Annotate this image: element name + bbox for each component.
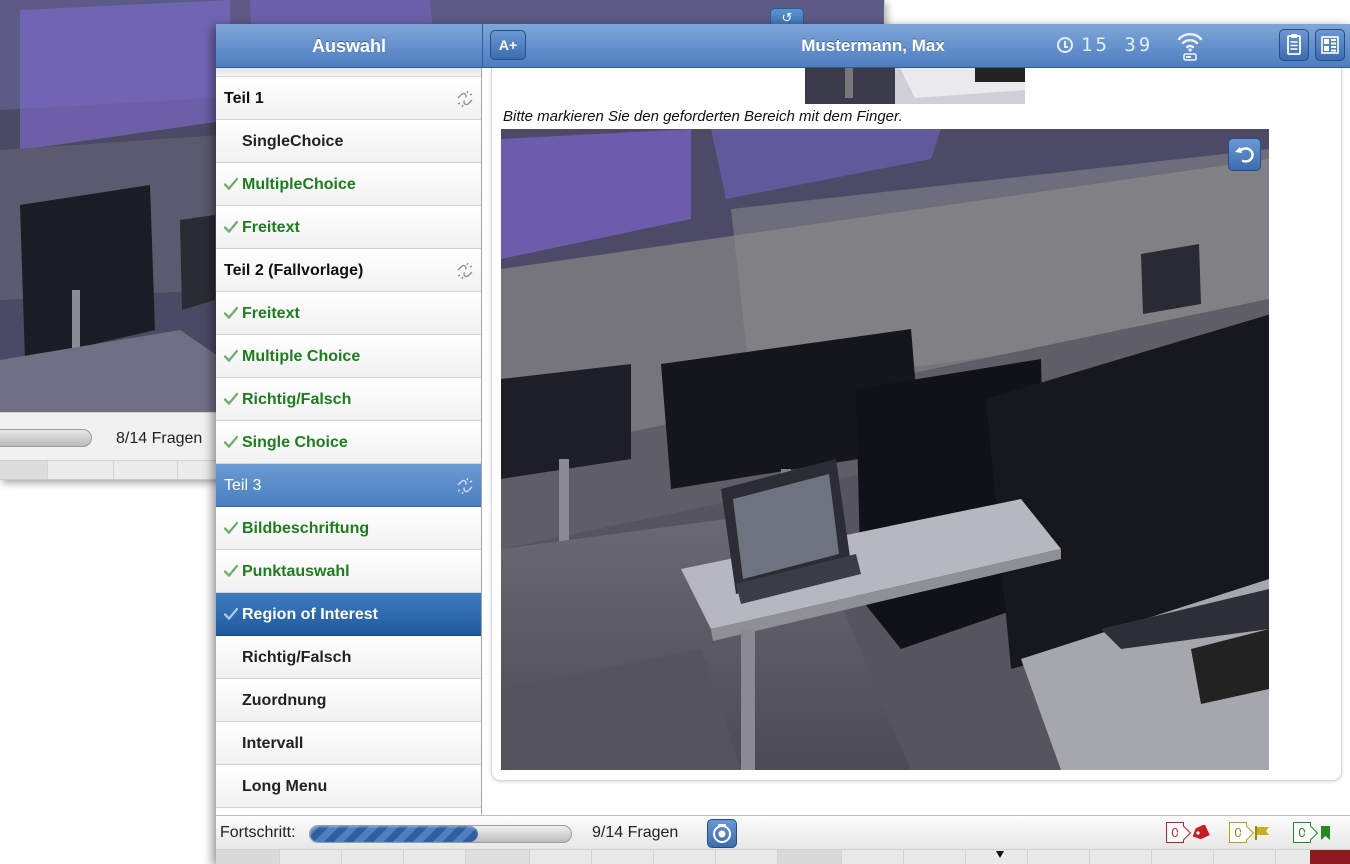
list-item-long-menu[interactable]: Long Menu bbox=[216, 765, 481, 808]
green-flag-count: 0 bbox=[1293, 822, 1311, 843]
list-item-region-of-interest[interactable]: Region of Interest bbox=[216, 593, 481, 636]
list-item-label: Freitext bbox=[242, 305, 300, 322]
wifi-icon bbox=[1175, 30, 1205, 62]
list-item-label: Teil 1 bbox=[224, 90, 264, 107]
list-item-label: Multiple Choice bbox=[242, 348, 361, 365]
notes-button[interactable] bbox=[1279, 29, 1309, 61]
checkmark-icon bbox=[224, 392, 238, 406]
unlinked-chain-icon bbox=[457, 477, 473, 495]
progress-label: Fortschritt: bbox=[220, 824, 296, 841]
list-item-label: Single Choice bbox=[242, 434, 348, 451]
list-item-single-choice[interactable]: Single Choice bbox=[216, 421, 481, 464]
clock-icon bbox=[1057, 37, 1073, 53]
checkmark-icon bbox=[224, 306, 238, 320]
list-item-label: Richtig/Falsch bbox=[242, 649, 352, 666]
footer-bar: Fortschritt: 9/14 Fragen 0 0 0 bbox=[216, 815, 1350, 849]
exam-app-screen: ↺ 8/14 Fragen Auswahl Mustermann, Max A+… bbox=[0, 0, 1350, 864]
region-of-interest-image[interactable] bbox=[501, 129, 1269, 770]
list-top-spacer bbox=[216, 68, 481, 77]
checkmark-icon bbox=[224, 349, 238, 363]
unlinked-chain-icon bbox=[457, 90, 473, 108]
clock-time: 15 39 bbox=[1081, 34, 1154, 56]
list-item-richtig-falsch-2[interactable]: Richtig/Falsch bbox=[216, 636, 481, 679]
list-item-label: Intervall bbox=[242, 735, 304, 752]
list-item-label: Teil 3 bbox=[224, 477, 262, 494]
section-row-teil-1[interactable]: Teil 1 bbox=[216, 77, 481, 120]
camera-button[interactable] bbox=[707, 819, 737, 848]
list-item-multiplechoice[interactable]: MultipleChoice bbox=[216, 163, 481, 206]
checkmark-icon bbox=[224, 435, 238, 449]
section-row-teil-3[interactable]: Teil 3 bbox=[216, 464, 481, 507]
green-bookmark-icon bbox=[1321, 826, 1330, 840]
bottom-navigation bbox=[216, 849, 1350, 864]
checkmark-icon bbox=[224, 220, 238, 234]
list-item-label: Zuordnung bbox=[242, 692, 327, 709]
list-item-freitext-2[interactable]: Freitext bbox=[216, 292, 481, 335]
tag-icon bbox=[1192, 825, 1210, 840]
progress-bar-fill bbox=[310, 826, 478, 842]
camera-icon bbox=[713, 824, 731, 843]
list-item-label: Region of Interest bbox=[242, 606, 379, 623]
end-exam-tab[interactable] bbox=[1310, 850, 1350, 864]
background-progress-bar bbox=[0, 429, 92, 447]
undo-icon bbox=[1235, 147, 1254, 163]
list-item-label: MultipleChoice bbox=[242, 176, 356, 193]
list-item-multiple-choice[interactable]: Multiple Choice bbox=[216, 335, 481, 378]
overview-button[interactable] bbox=[1315, 29, 1345, 61]
top-bar: Mustermann, Max A+ 15 39 bbox=[482, 24, 1350, 68]
current-position-marker bbox=[996, 851, 1004, 858]
progress-count: 9/14 Fragen bbox=[592, 824, 679, 841]
checkmark-icon bbox=[224, 521, 238, 535]
overview-icon bbox=[1321, 36, 1339, 54]
list-item-zuordnung[interactable]: Zuordnung bbox=[216, 679, 481, 722]
list-item-richtig-falsch[interactable]: Richtig/Falsch bbox=[216, 378, 481, 421]
list-item-label: Richtig/Falsch bbox=[242, 391, 352, 408]
yellow-flag-count: 0 bbox=[1229, 822, 1247, 843]
list-item-bildbeschriftung[interactable]: Bildbeschriftung bbox=[216, 507, 481, 550]
notes-icon bbox=[1287, 34, 1301, 55]
checkmark-icon bbox=[224, 564, 238, 578]
main-screen: Auswahl Mustermann, Max A+ 15 39 Teil 1 … bbox=[216, 24, 1350, 864]
list-item-label: Long Menu bbox=[242, 778, 328, 795]
list-item-singlechoice[interactable]: SingleChoice bbox=[216, 120, 481, 163]
list-item-label: Bildbeschriftung bbox=[242, 520, 370, 537]
checkmark-icon bbox=[224, 607, 238, 621]
list-item-punktauswahl[interactable]: Punktauswahl bbox=[216, 550, 481, 593]
checkmark-icon bbox=[224, 177, 238, 191]
list-item-label: Punktauswahl bbox=[242, 563, 350, 580]
yellow-flag-icon bbox=[1255, 826, 1269, 840]
section-row-teil-2[interactable]: Teil 2 (Fallvorlage) bbox=[216, 249, 481, 292]
list-item-freitext[interactable]: Freitext bbox=[216, 206, 481, 249]
list-item-intervall[interactable]: Intervall bbox=[216, 722, 481, 765]
font-size-button[interactable]: A+ bbox=[490, 30, 526, 60]
question-card: Bitte markieren Sie den geforderten Bere… bbox=[491, 68, 1342, 781]
list-item-label: Teil 2 (Fallvorlage) bbox=[224, 262, 364, 279]
sidebar-title: Auswahl bbox=[216, 24, 482, 68]
list-item-label: SingleChoice bbox=[242, 133, 344, 150]
background-progress-count: 8/14 Fragen bbox=[116, 430, 203, 447]
unlinked-chain-icon bbox=[457, 262, 473, 280]
question-instruction: Bitte markieren Sie den geforderten Bere… bbox=[503, 108, 903, 125]
previous-image-thumbnail bbox=[805, 68, 1025, 104]
undo-button[interactable] bbox=[1228, 138, 1261, 171]
question-list: Teil 1 SingleChoice MultipleChoice Freit… bbox=[216, 68, 482, 815]
progress-bar bbox=[309, 825, 572, 843]
list-item-label: Freitext bbox=[242, 219, 300, 236]
tag-count: 0 bbox=[1166, 822, 1184, 843]
question-content: Bitte markieren Sie den geforderten Bere… bbox=[482, 68, 1350, 815]
